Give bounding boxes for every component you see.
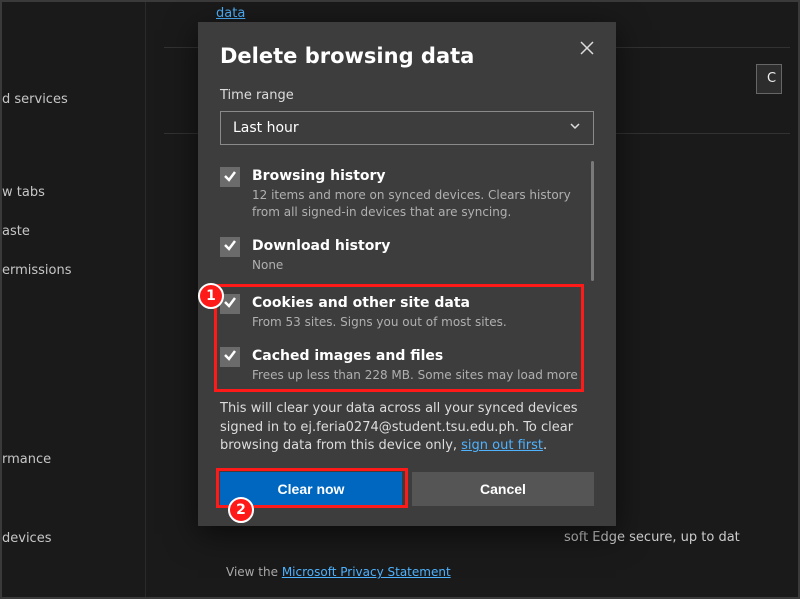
chevron-down-icon (569, 120, 581, 136)
option-subtitle: None (252, 257, 580, 274)
scrollbar[interactable] (588, 161, 594, 291)
checkbox-browsing-history[interactable] (220, 167, 240, 187)
sidebar-item-permissions[interactable]: ermissions (2, 251, 145, 290)
delete-browsing-data-dialog: Delete browsing data Time range Last hou… (198, 22, 616, 526)
option-browsing-history: Browsing history 12 items and more on sy… (220, 161, 580, 231)
disclaimer-suffix: . (543, 438, 547, 453)
dialog-title: Delete browsing data (220, 44, 594, 68)
choose-button[interactable]: C (756, 64, 782, 94)
annotation-badge-2: 2 (228, 497, 254, 523)
option-download-history: Download history None (220, 231, 580, 284)
close-icon (580, 40, 594, 59)
option-subtitle: 12 items and more on synced devices. Cle… (252, 187, 580, 221)
privacy-statement-link[interactable]: Microsoft Privacy Statement (282, 565, 451, 579)
time-range-dropdown[interactable]: Last hour (220, 111, 594, 145)
time-range-label: Time range (220, 88, 594, 103)
checkbox-download-history[interactable] (220, 237, 240, 257)
options-list: Browsing history 12 items and more on sy… (220, 161, 594, 390)
sidebar-item-services[interactable]: d services (2, 80, 145, 119)
close-button[interactable] (580, 40, 598, 58)
option-subtitle: Frees up less than 228 MB. Some sites ma… (252, 367, 580, 384)
footer-prefix: View the (226, 565, 282, 579)
sidebar-item-tabs[interactable]: w tabs (2, 173, 145, 212)
sidebar-item-paste[interactable]: aste (2, 212, 145, 251)
sign-out-link[interactable]: sign out first (461, 438, 543, 453)
scrollbar-thumb[interactable] (591, 161, 594, 281)
dialog-buttons: Clear now Cancel (220, 472, 594, 506)
option-cookies: Cookies and other site data From 53 site… (220, 288, 580, 341)
check-icon (223, 237, 237, 256)
option-subtitle: From 53 sites. Signs you out of most sit… (252, 314, 580, 331)
data-link[interactable]: data (216, 6, 245, 21)
option-title: Browsing history (252, 167, 580, 185)
highlighted-options: Cookies and other site data From 53 site… (220, 288, 580, 390)
check-icon (223, 347, 237, 366)
option-title: Download history (252, 237, 580, 255)
annotation-badge-1: 1 (198, 283, 224, 309)
checkbox-cached[interactable] (220, 347, 240, 367)
option-cached: Cached images and files Frees up less th… (220, 341, 580, 390)
option-title: Cached images and files (252, 347, 580, 365)
sync-disclaimer: This will clear your data across all you… (220, 400, 594, 457)
sidebar-item-performance[interactable]: rmance (2, 440, 145, 479)
time-range-value: Last hour (233, 120, 299, 136)
check-icon (223, 168, 237, 187)
check-icon (223, 294, 237, 313)
privacy-footer: View the Microsoft Privacy Statement (226, 565, 451, 579)
cancel-button[interactable]: Cancel (412, 472, 594, 506)
sidebar-item-devices[interactable]: devices (2, 519, 145, 558)
settings-sidebar: d services w tabs aste ermissions rmance… (2, 2, 146, 597)
option-title: Cookies and other site data (252, 294, 580, 312)
edge-secure-text: soft Edge secure, up to dat (564, 528, 782, 548)
